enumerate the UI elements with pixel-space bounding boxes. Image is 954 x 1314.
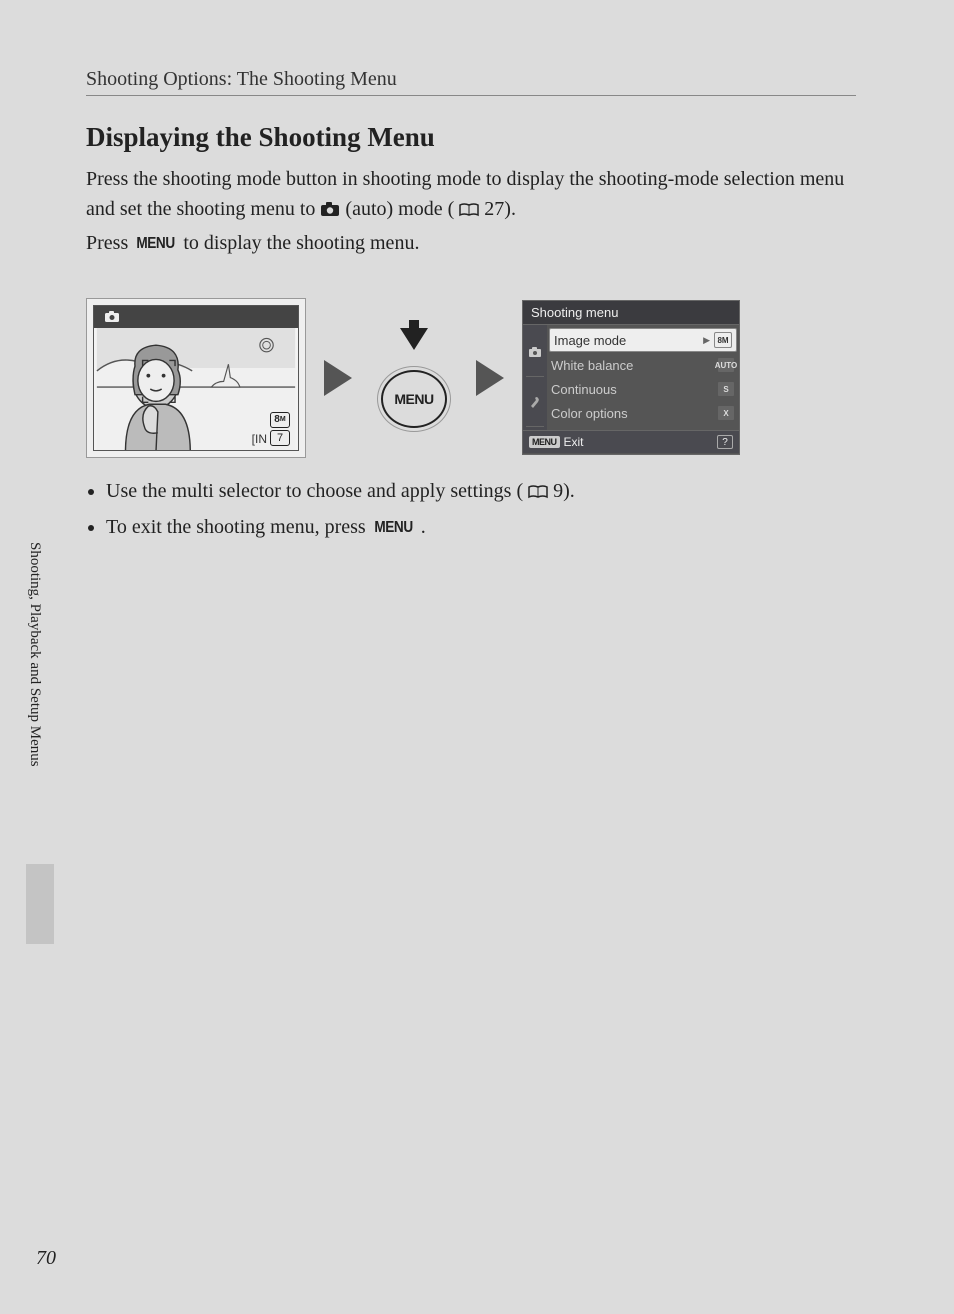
arrow-right-icon bbox=[476, 360, 504, 396]
paragraph-2: Press MENU to display the shooting menu. bbox=[86, 228, 866, 258]
arrow-right-icon bbox=[324, 360, 352, 396]
menu-item-continuous: Continuous S bbox=[547, 377, 739, 401]
count-badge: 7 bbox=[270, 430, 290, 446]
value-badge: X bbox=[717, 405, 735, 421]
camera-icon bbox=[320, 196, 340, 226]
text: 27). bbox=[484, 198, 516, 220]
paragraph-1: Press the shooting mode button in shooti… bbox=[86, 164, 866, 226]
page-number: 70 bbox=[36, 1247, 56, 1270]
text: to display the shooting menu. bbox=[183, 232, 419, 254]
shooting-menu-screen: Shooting menu Image mode ▶ 8M White bala… bbox=[522, 300, 740, 455]
chevron-right-icon: ▶ bbox=[703, 335, 710, 346]
menu-tag-icon: MENU bbox=[529, 436, 560, 448]
page-heading: Displaying the Shooting Menu bbox=[86, 122, 435, 153]
book-icon bbox=[528, 478, 548, 508]
resolution-badge: 8M bbox=[270, 412, 290, 428]
text: (auto) mode ( bbox=[345, 198, 454, 220]
menu-button-ring: MENU bbox=[381, 370, 447, 428]
menu-side-tabs bbox=[523, 325, 547, 430]
menu-text-icon: MENU bbox=[374, 516, 412, 540]
bullet-item: Use the multi selector to choose and app… bbox=[106, 476, 866, 508]
menu-item-image-mode: Image mode ▶ 8M bbox=[549, 328, 737, 352]
menu-item-white-balance: White balance AUTO bbox=[547, 353, 739, 377]
menu-button-illustration: MENU bbox=[370, 328, 458, 428]
value-badge: S bbox=[717, 381, 735, 397]
memory-indicator: [IN bbox=[252, 432, 267, 446]
value-badge: 8M bbox=[714, 332, 732, 348]
instruction-diagram: 8M 7 [IN MENU Shooting menu Image mode bbox=[86, 295, 856, 460]
side-tab-indicator bbox=[26, 864, 54, 944]
bullet-item: To exit the shooting menu, press MENU . bbox=[106, 512, 866, 542]
lcd-topbar bbox=[94, 306, 298, 328]
menu-text-icon: MENU bbox=[137, 232, 175, 256]
value-badge: AUTO bbox=[717, 357, 735, 373]
book-icon bbox=[459, 196, 479, 226]
lcd-scene-illustration bbox=[94, 328, 298, 450]
breadcrumb-section: Shooting Options: The Shooting Menu bbox=[86, 68, 856, 96]
menu-item-color-options: Color options X bbox=[547, 401, 739, 425]
down-arrow-icon bbox=[400, 328, 428, 350]
bullet-list: Use the multi selector to choose and app… bbox=[106, 476, 866, 546]
lcd-preview-screen: 8M 7 [IN bbox=[86, 298, 306, 458]
exit-label: Exit bbox=[564, 435, 584, 449]
text: Press bbox=[86, 232, 133, 254]
camera-icon bbox=[104, 310, 120, 328]
wrench-tab-icon bbox=[526, 377, 544, 427]
camera-tab-icon bbox=[526, 327, 544, 377]
side-tab-text: Shooting, Playback and Setup Menus bbox=[26, 542, 43, 842]
menu-list: Image mode ▶ 8M White balance AUTO Conti… bbox=[547, 325, 739, 430]
lcd-inner: 8M 7 [IN bbox=[93, 305, 299, 451]
menu-header: Shooting menu bbox=[523, 301, 739, 325]
help-icon: ? bbox=[717, 435, 733, 449]
menu-footer: MENU Exit ? bbox=[523, 430, 739, 453]
